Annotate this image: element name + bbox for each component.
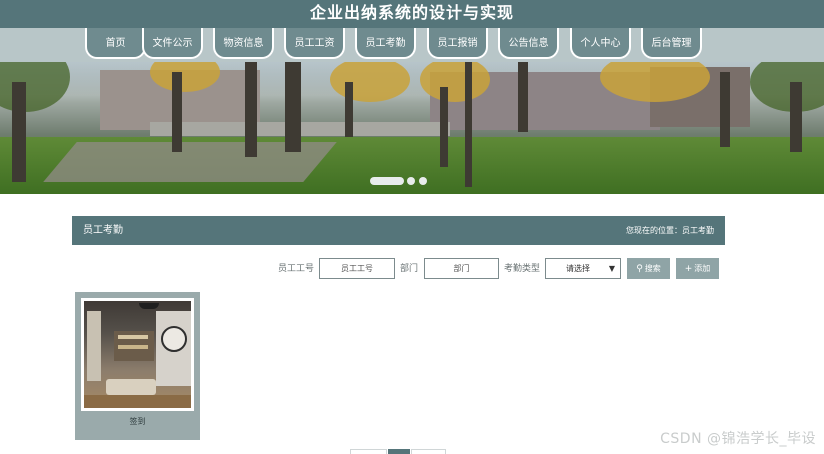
card-image bbox=[81, 298, 194, 411]
attendance-type-selected: 请选择 bbox=[566, 264, 590, 273]
pagination-current[interactable] bbox=[388, 449, 410, 454]
nav-item-home[interactable]: 首页 bbox=[85, 28, 146, 59]
banner-tree-trunk bbox=[345, 82, 353, 137]
banner-tree-trunk bbox=[440, 87, 448, 167]
nav-item-salary[interactable]: 员工工资 bbox=[284, 28, 345, 59]
room-lamp bbox=[139, 303, 159, 309]
room-window bbox=[87, 311, 101, 381]
card-label: 签到 bbox=[129, 417, 146, 426]
nav-item-reimbursement[interactable]: 员工报销 bbox=[427, 28, 488, 59]
page: 企业出纳系统的设计与实现 首页 文件公示 物资信息 员工工资 员工考勤 员工报销… bbox=[0, 0, 824, 454]
attendance-type-label: 考勤类型 bbox=[504, 264, 541, 274]
room-shelf-row bbox=[118, 335, 148, 339]
room-shelf-row bbox=[118, 345, 148, 349]
chevron-down-icon: ▼ bbox=[608, 264, 615, 273]
nav-item-announcements[interactable]: 公告信息 bbox=[498, 28, 559, 59]
banner-tree-trunk bbox=[720, 72, 730, 147]
carousel-dot-active[interactable] bbox=[370, 177, 404, 185]
banner-tree-trunk bbox=[285, 62, 301, 152]
pagination-next[interactable] bbox=[411, 449, 446, 454]
banner-tree-trunk bbox=[172, 72, 182, 152]
office-room-image bbox=[84, 301, 191, 408]
pagination-prev[interactable] bbox=[350, 449, 387, 454]
nav-bar: 首页 文件公示 物资信息 员工工资 员工考勤 员工报销 公告信息 个人中心 后台… bbox=[0, 28, 824, 62]
employee-no-label: 员工工号 bbox=[278, 264, 315, 274]
department-input[interactable]: 部门 bbox=[424, 258, 499, 279]
brain-logo-icon bbox=[161, 326, 187, 352]
watermark: CSDN @锦浩学长_毕设 bbox=[660, 431, 816, 447]
nav-item-supplies[interactable]: 物资信息 bbox=[213, 28, 274, 59]
employee-no-input[interactable]: 员工工号 bbox=[319, 258, 395, 279]
banner-tree-trunk bbox=[790, 82, 802, 152]
plus-icon: + bbox=[684, 264, 693, 274]
nav-item-profile[interactable]: 个人中心 bbox=[570, 28, 631, 59]
nav-item-admin[interactable]: 后台管理 bbox=[641, 28, 702, 59]
banner-carousel[interactable] bbox=[0, 62, 824, 194]
section-header: 员工考勤 您现在的位置：员工考勤 bbox=[72, 216, 725, 245]
banner-tree-trunk bbox=[245, 62, 257, 157]
section-title: 员工考勤 bbox=[83, 225, 123, 236]
department-label: 部门 bbox=[400, 264, 419, 274]
attendance-card[interactable]: 签到 bbox=[75, 292, 200, 440]
nav-item-file-notice[interactable]: 文件公示 bbox=[142, 28, 203, 59]
carousel-indicators bbox=[370, 177, 440, 187]
banner-lamp-post bbox=[465, 62, 472, 187]
banner-tree-trunk bbox=[12, 82, 26, 182]
search-icon: ⚲ bbox=[636, 264, 643, 274]
title-bar: 企业出纳系统的设计与实现 bbox=[0, 0, 824, 28]
carousel-dot[interactable] bbox=[419, 177, 427, 185]
attendance-type-select[interactable]: 请选择 ▼ bbox=[545, 258, 621, 279]
banner-tree-foliage bbox=[750, 62, 824, 112]
site-title: 企业出纳系统的设计与实现 bbox=[309, 3, 514, 22]
carousel-dot[interactable] bbox=[407, 177, 415, 185]
search-button[interactable]: ⚲ 搜索 bbox=[627, 258, 670, 279]
room-sofa bbox=[106, 379, 156, 395]
banner-tree-trunk bbox=[518, 62, 528, 132]
banner-tree-foliage bbox=[0, 62, 70, 112]
pagination bbox=[350, 449, 446, 454]
nav-item-attendance[interactable]: 员工考勤 bbox=[355, 28, 416, 59]
add-button-label: 添加 bbox=[694, 264, 711, 273]
breadcrumb: 您现在的位置：员工考勤 bbox=[626, 226, 714, 235]
room-floor bbox=[84, 395, 191, 408]
add-button[interactable]: + 添加 bbox=[676, 258, 719, 279]
search-button-label: 搜索 bbox=[644, 264, 661, 273]
